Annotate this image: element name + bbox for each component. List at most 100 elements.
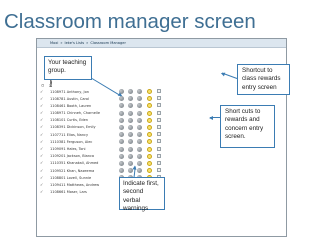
student-name[interactable]: 1108801 Lovell, Sunnie [50,175,112,181]
callout-warnings: Indicate first, second verbal warnings [119,177,165,212]
warning-status-circle-icon-1[interactable] [119,139,124,145]
warning-status-circle-icon-2[interactable] [128,96,133,102]
warning-status-circle-icon-1[interactable] [119,124,124,130]
row-check-icon[interactable]: ✓ [40,89,43,95]
row-check-icon[interactable]: ✓ [40,117,43,123]
student-name[interactable]: 1109201 Jackson, Bianca [50,153,112,159]
row-check-icon[interactable]: ✓ [40,168,43,174]
row-check-icon[interactable]: ✓ [40,146,43,152]
reward-smiley-icon[interactable] [147,153,152,159]
row-select-checkbox[interactable] [157,146,161,151]
reward-smiley-icon[interactable] [147,124,152,130]
row-check-icon[interactable]: ✓ [40,175,43,181]
warning-status-circle-icon-3[interactable] [137,124,142,130]
warning-status-circle-icon-3[interactable] [137,160,142,166]
student-name[interactable]: 1108971 Anthony, Jon [50,89,112,95]
warning-status-circle-icon-2[interactable] [128,146,133,152]
student-row[interactable]: ✓ 1109521 Khan, Nazeema [37,167,286,174]
warning-status-circle-icon-3[interactable] [137,103,142,109]
row-check-icon[interactable]: ✓ [40,189,43,195]
warning-status-circle-icon-1[interactable] [119,117,124,123]
student-name[interactable]: 1108461 Booth, Lauren [50,103,112,109]
reward-smiley-icon[interactable] [147,146,152,152]
warning-status-circle-icon-2[interactable] [128,139,133,145]
warning-status-circle-icon-2[interactable] [128,132,133,138]
student-name[interactable]: 1108391 Dickinson, Emily [50,124,112,130]
breadcrumb: Moxi» Ieke's Lists» Classroom Manager [50,40,128,47]
warning-status-circle-icon-1[interactable] [119,132,124,138]
reward-smiley-icon[interactable] [147,96,152,102]
warning-status-circle-icon-2[interactable] [128,153,133,159]
row-select-checkbox[interactable] [157,132,161,137]
student-name[interactable]: 1110351 Khanakali, Ahmed [50,160,112,166]
warning-status-circle-icon-3[interactable] [137,117,142,123]
row-check-icon[interactable]: ✓ [40,139,43,145]
warning-status-circle-icon-3[interactable] [137,96,142,102]
warning-status-circle-icon-1[interactable] [119,168,124,174]
row-select-checkbox[interactable] [157,117,161,122]
callout-shortcut-rewards: Shortcut to class rewards entry screen [237,64,290,95]
warning-status-circle-icon-3[interactable] [137,168,142,174]
warning-status-circle-icon-3[interactable] [137,153,142,159]
warning-status-circle-icon-3[interactable] [137,89,142,94]
row-select-checkbox[interactable] [157,139,161,144]
student-row[interactable]: ✓ 1110351 Khanakali, Ahmed [37,160,286,167]
warning-status-circle-icon-1[interactable] [119,153,124,159]
student-name[interactable]: 1107711 Elias, Nancy [50,132,112,138]
student-name[interactable]: 1109521 Khan, Nazeema [50,168,112,174]
breadcrumb-item-lists[interactable]: Ieke's Lists [65,40,85,47]
warning-status-circle-icon-1[interactable] [119,146,124,152]
student-name[interactable]: 1109411 Matthews, Andrew [50,182,112,188]
warning-status-circle-icon-3[interactable] [137,132,142,138]
student-name[interactable]: 1110381 Ferguson, Alec [50,139,112,145]
row-check-icon[interactable]: ✓ [40,160,43,166]
row-check-icon[interactable]: ✓ [40,132,43,138]
warning-status-circle-icon-3[interactable] [137,146,142,152]
row-select-checkbox[interactable] [157,153,161,158]
warning-status-circle-icon-1[interactable] [119,110,124,116]
reward-smiley-icon[interactable] [147,110,152,116]
student-row[interactable]: ✓ 1109201 Jackson, Bianca [37,153,286,160]
reward-smiley-icon[interactable] [147,139,152,145]
row-check-icon[interactable]: ✓ [40,110,43,116]
row-check-icon[interactable]: ✓ [40,96,43,102]
row-select-checkbox[interactable] [157,160,161,165]
student-row[interactable]: ✓ 1108781 Austin, Carol [37,95,286,102]
reward-smiley-icon[interactable] [147,160,152,166]
warning-status-circle-icon-1[interactable] [119,103,124,109]
breadcrumb-item-moxi[interactable]: Moxi [50,40,58,47]
warning-status-circle-icon-2[interactable] [128,103,133,109]
warning-status-circle-icon-2[interactable] [128,110,133,116]
row-select-checkbox[interactable] [157,89,161,93]
breadcrumb-item-classroom-manager[interactable]: Classroom Manager [90,40,126,47]
reward-smiley-icon[interactable] [147,117,152,123]
row-select-checkbox[interactable] [157,103,161,108]
student-name[interactable]: 1109091 Hales, Toni [50,146,112,152]
row-check-icon[interactable]: ✓ [40,124,43,130]
row-select-checkbox[interactable] [157,168,161,173]
reward-smiley-icon[interactable] [147,132,152,138]
callout-arrow-rewards [210,117,220,118]
column-header-tick-label: D [41,84,45,87]
warning-status-circle-icon-2[interactable] [128,117,133,123]
warning-status-circle-icon-3[interactable] [137,110,142,116]
student-name[interactable]: 1108661 Moser, Lars [50,189,112,195]
row-select-checkbox[interactable] [157,124,161,129]
row-check-icon[interactable]: ✓ [40,153,43,159]
row-select-checkbox[interactable] [157,110,161,115]
warning-status-circle-icon-2[interactable] [128,124,133,130]
reward-smiley-icon[interactable] [147,89,152,94]
student-name[interactable]: 1108971 Chinneh, Charnelle [50,110,112,116]
row-check-icon[interactable]: ✓ [40,103,43,109]
callout-shortcuts-rewards-concern: Short cuts to rewards and concern entry … [220,105,275,148]
warning-status-circle-icon-2[interactable] [128,89,133,94]
row-select-checkbox[interactable] [157,96,161,101]
student-name[interactable]: 1108781 Austin, Carol [50,96,112,102]
reward-smiley-icon[interactable] [147,103,152,109]
student-name[interactable]: 1108101 Curtis, Eden [50,117,112,123]
warning-status-circle-icon-1[interactable] [119,160,124,166]
row-check-icon[interactable]: ✓ [40,182,43,188]
screenshot-header-bar: Moxi» Ieke's Lists» Classroom Manager [37,39,286,48]
reward-smiley-icon[interactable] [147,168,152,174]
warning-status-circle-icon-3[interactable] [137,139,142,145]
